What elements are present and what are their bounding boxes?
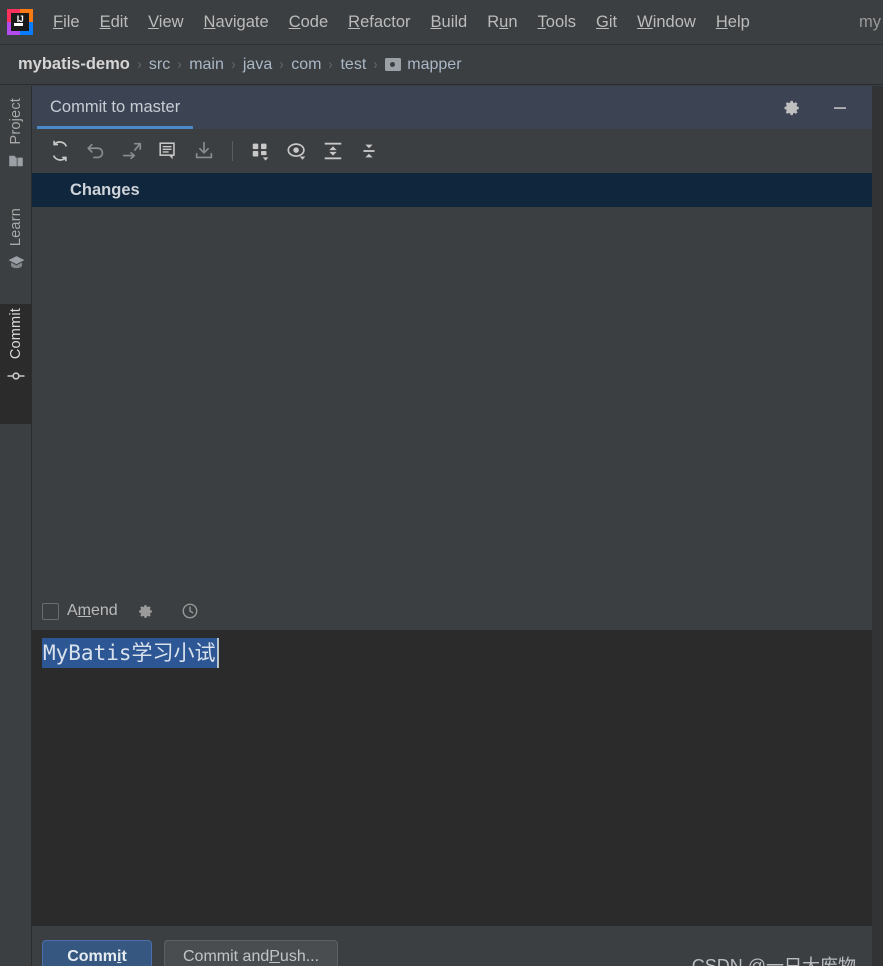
tool-window-rail: Project Learn Commit xyxy=(0,86,32,966)
breadcrumb-item-src[interactable]: src xyxy=(149,56,170,74)
expand-all-icon[interactable] xyxy=(317,135,349,167)
menu-bar: IJ File Edit View Navigate Code Refactor Build… xyxy=(0,0,883,45)
commit-options-gear-icon[interactable] xyxy=(130,595,162,627)
rollback-icon[interactable] xyxy=(80,135,112,167)
right-edge-strip xyxy=(872,86,883,966)
sidebar-item-label: Learn xyxy=(8,208,24,247)
breadcrumb: mybatis-demo › src › main › java › com › test › mapp… xyxy=(0,45,883,85)
intellij-idea-logo-icon: IJ xyxy=(7,9,33,35)
sidebar-item-label: Project xyxy=(8,98,24,145)
settings-icon[interactable] xyxy=(776,92,808,124)
breadcrumb-item-main[interactable]: main xyxy=(189,56,224,74)
changes-section-header[interactable]: Changes xyxy=(32,173,872,207)
commit-message-history-icon[interactable] xyxy=(152,135,184,167)
group-by-icon[interactable] xyxy=(245,135,277,167)
commit-message-input[interactable]: MyBatis学习小试 xyxy=(32,630,872,926)
commit-button[interactable]: Comm i t xyxy=(42,940,152,966)
changes-label: Changes xyxy=(70,180,140,199)
menu-item-help[interactable]: Help xyxy=(706,10,760,35)
commit-tool-window: Commit to master Changes Amend MyBatis学习… xyxy=(32,86,872,966)
menu-item-run[interactable]: Run xyxy=(477,10,527,35)
window-title-truncated: my xyxy=(859,12,881,31)
menu-item-window[interactable]: Window xyxy=(627,10,706,35)
menu-item-tools[interactable]: Tools xyxy=(528,10,587,35)
breadcrumb-item-mapper[interactable]: mapper xyxy=(407,56,461,74)
tab-commit-to-master[interactable]: Commit to master xyxy=(32,86,198,129)
folder-icon xyxy=(7,152,25,175)
breadcrumb-item-mybatis-demo[interactable]: mybatis-demo xyxy=(18,55,130,74)
breadcrumb-item-com[interactable]: com xyxy=(291,56,321,74)
commit-toolbar xyxy=(32,129,872,173)
breadcrumb-separator: › xyxy=(231,56,236,73)
folder-icon xyxy=(385,58,402,71)
menu-item-git[interactable]: Git xyxy=(586,10,627,35)
menu-item-code[interactable]: Code xyxy=(279,10,338,35)
amend-row: Amend xyxy=(32,592,872,630)
tab-commit-label: Commit to master xyxy=(50,98,181,116)
sidebar-item-project[interactable]: Project xyxy=(0,94,32,190)
show-diff-icon[interactable] xyxy=(116,135,148,167)
breadcrumb-item-test[interactable]: test xyxy=(340,56,366,74)
graduation-cap-icon xyxy=(7,253,26,277)
breadcrumb-separator: › xyxy=(177,56,182,73)
menu-items: File Edit View Navigate Code Refactor Build Run… xyxy=(43,10,760,35)
menu-item-edit[interactable]: Edit xyxy=(90,10,138,35)
amend-label: Amend xyxy=(67,602,118,619)
menu-item-navigate[interactable]: Navigate xyxy=(194,10,279,35)
commit-panel-tab-bar: Commit to master xyxy=(32,86,872,129)
sidebar-item-label: Commit xyxy=(8,308,24,360)
minimize-icon[interactable] xyxy=(824,92,856,124)
update-project-icon[interactable] xyxy=(188,135,220,167)
breadcrumb-separator: › xyxy=(329,56,333,73)
menu-item-file[interactable]: File xyxy=(43,10,90,35)
csdn-watermark: CSDN @一只大废物 xyxy=(691,956,856,966)
breadcrumb-item-java[interactable]: java xyxy=(243,56,272,74)
breadcrumb-separator: › xyxy=(374,56,378,73)
menu-item-view[interactable]: View xyxy=(138,10,193,35)
commit-node-icon xyxy=(6,366,26,391)
logo-letters: IJ xyxy=(11,13,29,31)
breadcrumb-separator: › xyxy=(279,56,284,73)
commit-message-text[interactable]: MyBatis学习小试 xyxy=(42,638,219,668)
sidebar-item-commit[interactable]: Commit xyxy=(0,304,32,424)
panel-tab-actions xyxy=(776,92,872,124)
refresh-icon[interactable] xyxy=(44,135,76,167)
menu-item-refactor[interactable]: Refactor xyxy=(338,10,420,35)
toolbar-separator xyxy=(232,141,233,161)
commit-history-clock-icon[interactable] xyxy=(174,595,206,627)
breadcrumb-separator: › xyxy=(137,56,142,73)
changes-list[interactable] xyxy=(32,207,872,592)
sidebar-item-learn[interactable]: Learn xyxy=(0,204,32,290)
menu-item-build[interactable]: Build xyxy=(421,10,478,35)
amend-checkbox[interactable] xyxy=(42,602,59,620)
commit-button-row: Comm i t Commit and Push... CSDN @一只大废物 xyxy=(32,926,872,966)
preview-diff-icon[interactable] xyxy=(281,135,313,167)
commit-and-push-button[interactable]: Commit and Push... xyxy=(164,940,339,966)
collapse-all-icon[interactable] xyxy=(353,135,385,167)
